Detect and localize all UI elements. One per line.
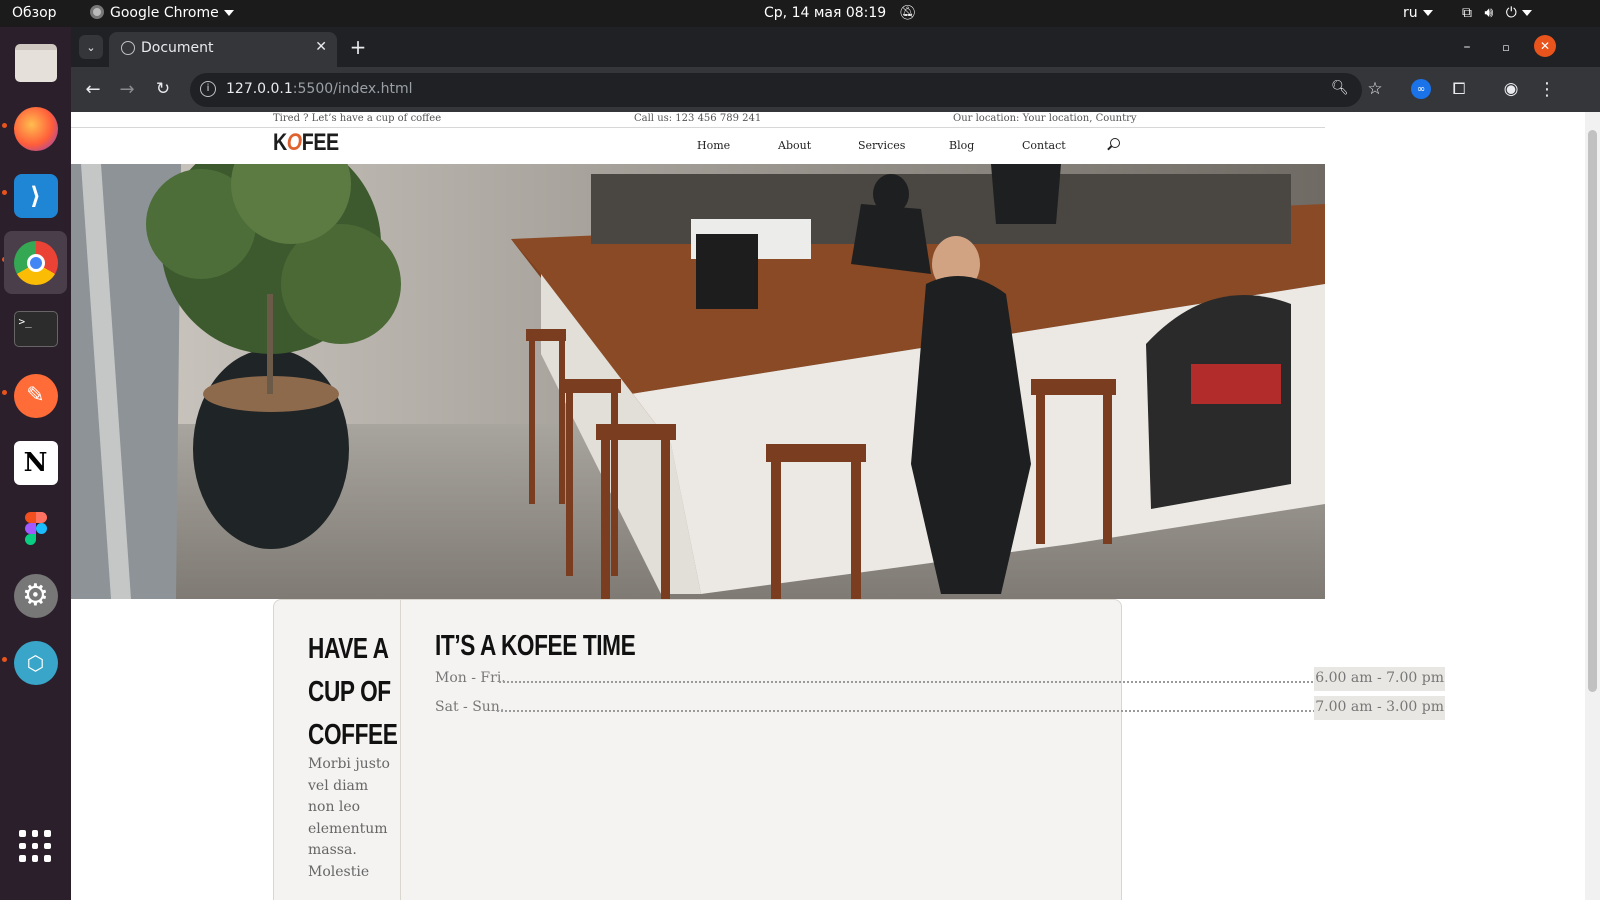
chevron-down-icon: ⌄ <box>86 40 96 54</box>
profile-icon[interactable]: ◉ <box>1499 77 1523 101</box>
back-button[interactable]: ← <box>81 77 105 101</box>
scrollbar-thumb[interactable] <box>1588 130 1597 692</box>
forward-button[interactable]: → <box>115 77 139 101</box>
location-text: Our location: Your location, Country <box>953 113 1137 124</box>
folder-icon <box>14 43 57 82</box>
dotted-leader <box>499 667 1333 683</box>
hours-time: 6.00 am - 7.00 pm <box>1314 667 1445 691</box>
activities-button[interactable]: Обзор <box>12 5 57 21</box>
nav-blog[interactable]: Blog <box>949 139 974 152</box>
chrome-icon <box>13 240 58 285</box>
zoom-icon[interactable]: 🔍︎ <box>1331 80 1349 96</box>
dock-files[interactable] <box>4 31 67 94</box>
dock-chrome[interactable] <box>4 231 67 294</box>
dock-vscode[interactable]: ⟩ <box>4 164 67 227</box>
menu-kebab-icon[interactable]: ⋮ <box>1535 77 1559 101</box>
dock-settings[interactable]: ⚙ <box>4 564 67 627</box>
software-icon: ⬡ <box>13 640 58 685</box>
new-tab-button[interactable]: + <box>346 35 370 59</box>
nav-about[interactable]: About <box>778 139 811 152</box>
tab-search-button[interactable]: ⌄ <box>79 35 103 59</box>
browser-toolbar: ← → ↻ i 127.0.0.1:5500/index.html 🔍︎ ☆ ∞… <box>71 67 1600 112</box>
network-icon: ⧉ <box>1462 5 1472 21</box>
cafe-photo <box>71 164 1325 599</box>
chevron-down-icon <box>223 10 234 16</box>
extensions-puzzle-icon[interactable]: ⧠ <box>1447 77 1471 101</box>
close-window-button[interactable]: ✕ <box>1534 35 1556 57</box>
hours-day: Mon - Fri. <box>435 670 506 686</box>
keyboard-layout-menu[interactable]: ru <box>1403 5 1433 21</box>
maximize-button[interactable]: ▫ <box>1494 35 1518 59</box>
terminal-icon: >_ <box>13 310 58 347</box>
intro-title: HAVE A CUP OF COFFEE <box>308 633 398 751</box>
card-intro: HAVE A CUP OF COFFEE Morbi justo vel dia… <box>274 600 401 900</box>
tab-strip: ⌄ Document ✕ + – ▫ ✕ <box>71 27 1600 67</box>
firefox-icon <box>13 106 58 151</box>
bookmark-star-icon[interactable]: ☆ <box>1363 77 1387 101</box>
nav-home[interactable]: Home <box>697 139 730 152</box>
notifications-muted-icon: 🔕︎ <box>898 5 917 21</box>
logo-letter-o: O <box>286 129 302 156</box>
dock-postman[interactable]: ✎ <box>4 364 67 427</box>
hours-day: Sat - Sun. <box>435 699 505 715</box>
minimize-button[interactable]: – <box>1455 35 1479 59</box>
clock[interactable]: Ср, 14 мая 08:19 🔕︎ <box>764 5 916 21</box>
dock-figma[interactable] <box>4 497 67 560</box>
dock: ⟩ >_ ✎ N ⚙ ⬡ <box>0 27 71 900</box>
notion-icon: N <box>13 440 58 485</box>
globe-icon <box>121 41 135 55</box>
hours-time: 7.00 am - 3.00 pm <box>1314 696 1445 720</box>
hours-row-weekend: Sat - Sun. 7.00 am - 3.00 pm <box>435 696 1445 720</box>
hero-image <box>71 164 1325 599</box>
page-viewport: Tired ? Let’s have a cup of coffee Call … <box>71 112 1600 900</box>
app-menu-label: Google Chrome <box>110 5 219 21</box>
chrome-small-icon <box>90 5 104 19</box>
browser-chrome: ⌄ Document ✕ + – ▫ ✕ ← → ↻ i 127.0.0.1:5… <box>71 27 1600 112</box>
site-logo[interactable]: KOFEE <box>273 129 339 157</box>
address-bar[interactable]: i 127.0.0.1:5500/index.html 🔍︎ <box>190 73 1362 107</box>
hours-title: IT’S A KOFEE TIME <box>435 630 636 662</box>
show-apps-button[interactable] <box>19 830 51 862</box>
info-bar: Tired ? Let’s have a cup of coffee Call … <box>71 112 1325 128</box>
logo-letter-k: K <box>273 129 287 156</box>
power-icon: ⏻ <box>1505 5 1517 21</box>
url-path: :5500/index.html <box>292 81 413 97</box>
hours-row-weekdays: Mon - Fri. 6.00 am - 7.00 pm <box>435 667 1445 691</box>
page-scrollbar[interactable] <box>1585 112 1600 900</box>
figma-icon <box>24 511 47 546</box>
app-menu[interactable]: Google Chrome <box>90 5 234 21</box>
dock-terminal[interactable]: >_ <box>4 297 67 360</box>
nav-contact[interactable]: Contact <box>1022 139 1066 152</box>
nav-services[interactable]: Services <box>858 139 905 152</box>
postman-icon: ✎ <box>13 373 58 418</box>
system-menu[interactable]: ⧉ 🔊︎ ⏻ <box>1462 5 1532 21</box>
chevron-down-icon <box>1422 10 1433 16</box>
reload-button[interactable]: ↻ <box>151 77 175 101</box>
dock-notion[interactable]: N <box>4 431 67 494</box>
site-navbar: KOFEE Home About Services Blog Contact <box>71 129 1325 164</box>
gear-icon: ⚙ <box>13 573 58 618</box>
intro-text: Morbi justo vel diam non leo elementum m… <box>308 756 390 880</box>
logo-letters-fee: FEE <box>301 129 339 156</box>
close-tab-icon[interactable]: ✕ <box>315 39 327 55</box>
url-host: 127.0.0.1 <box>226 81 293 97</box>
volume-icon: 🔊︎ <box>1484 5 1494 21</box>
keyboard-layout-label: ru <box>1403 5 1418 21</box>
dock-firefox[interactable] <box>4 97 67 160</box>
phone-text: Call us: 123 456 789 241 <box>634 113 762 124</box>
tab-document[interactable]: Document ✕ <box>109 32 337 67</box>
search-icon[interactable] <box>1107 138 1120 151</box>
datetime-label: Ср, 14 мая 08:19 <box>764 5 887 21</box>
extension-icon[interactable]: ∞ <box>1411 79 1431 99</box>
chevron-down-icon <box>1521 10 1532 16</box>
tagline: Tired ? Let’s have a cup of coffee <box>273 113 442 124</box>
vscode-icon: ⟩ <box>13 173 58 218</box>
site-info-icon[interactable]: i <box>200 81 216 97</box>
url-text: 127.0.0.1:5500/index.html <box>226 81 413 97</box>
hours-card: HAVE A CUP OF COFFEE Morbi justo vel dia… <box>273 599 1445 900</box>
dotted-leader <box>497 696 1327 712</box>
tab-title: Document <box>141 40 214 56</box>
system-top-bar: Обзор Google Chrome Ср, 14 мая 08:19 🔕︎ … <box>0 0 1600 27</box>
dock-software[interactable]: ⬡ <box>4 631 67 694</box>
